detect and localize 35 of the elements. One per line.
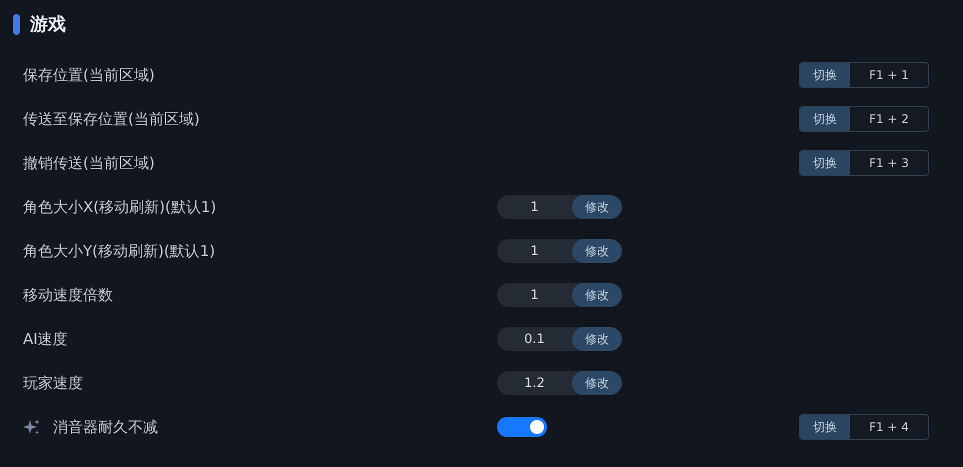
title-accent-bar [13, 14, 20, 34]
setting-label: 角色大小X(移动刷新)(默认1) [23, 198, 216, 216]
setting-label: 保存位置(当前区域) [23, 66, 155, 84]
number-field[interactable]: 1.2 修改 [497, 371, 622, 395]
toggle-switch[interactable] [497, 417, 547, 437]
setting-label: 传送至保存位置(当前区域) [23, 110, 200, 128]
modify-button[interactable]: 修改 [572, 239, 622, 263]
modify-button[interactable]: 修改 [572, 283, 622, 307]
hotkey-label: F1 + 4 [850, 415, 928, 439]
setting-label: AI速度 [23, 330, 68, 348]
setting-label: 消音器耐久不减 [53, 418, 158, 436]
toggle-button[interactable]: 切换 [800, 415, 850, 439]
hotkey-field[interactable]: 切换 F1 + 1 [799, 62, 929, 88]
hotkey-field[interactable]: 切换 F1 + 3 [799, 150, 929, 176]
setting-label: 玩家速度 [23, 374, 83, 392]
modify-button[interactable]: 修改 [572, 327, 622, 351]
number-field[interactable]: 1 修改 [497, 239, 622, 263]
toggle-button[interactable]: 切换 [800, 151, 850, 175]
hotkey-label: F1 + 2 [850, 107, 928, 131]
number-field[interactable]: 0.1 修改 [497, 327, 622, 351]
number-field[interactable]: 1 修改 [497, 283, 622, 307]
setting-label: 撤销传送(当前区域) [23, 154, 155, 172]
modify-button[interactable]: 修改 [572, 371, 622, 395]
hotkey-label: F1 + 1 [850, 63, 928, 87]
number-field[interactable]: 1 修改 [497, 195, 622, 219]
toggle-button[interactable]: 切换 [800, 63, 850, 87]
modify-button[interactable]: 修改 [572, 195, 622, 219]
section-title: 游戏 [30, 13, 66, 36]
hotkey-field[interactable]: 切换 F1 + 4 [799, 414, 929, 440]
setting-label: 角色大小Y(移动刷新)(默认1) [23, 242, 216, 260]
setting-label: 移动速度倍数 [23, 286, 113, 304]
hotkey-field[interactable]: 切换 F1 + 2 [799, 106, 929, 132]
toggle-button[interactable]: 切换 [800, 107, 850, 131]
hotkey-label: F1 + 3 [850, 151, 928, 175]
sparkle-icon [23, 418, 40, 436]
